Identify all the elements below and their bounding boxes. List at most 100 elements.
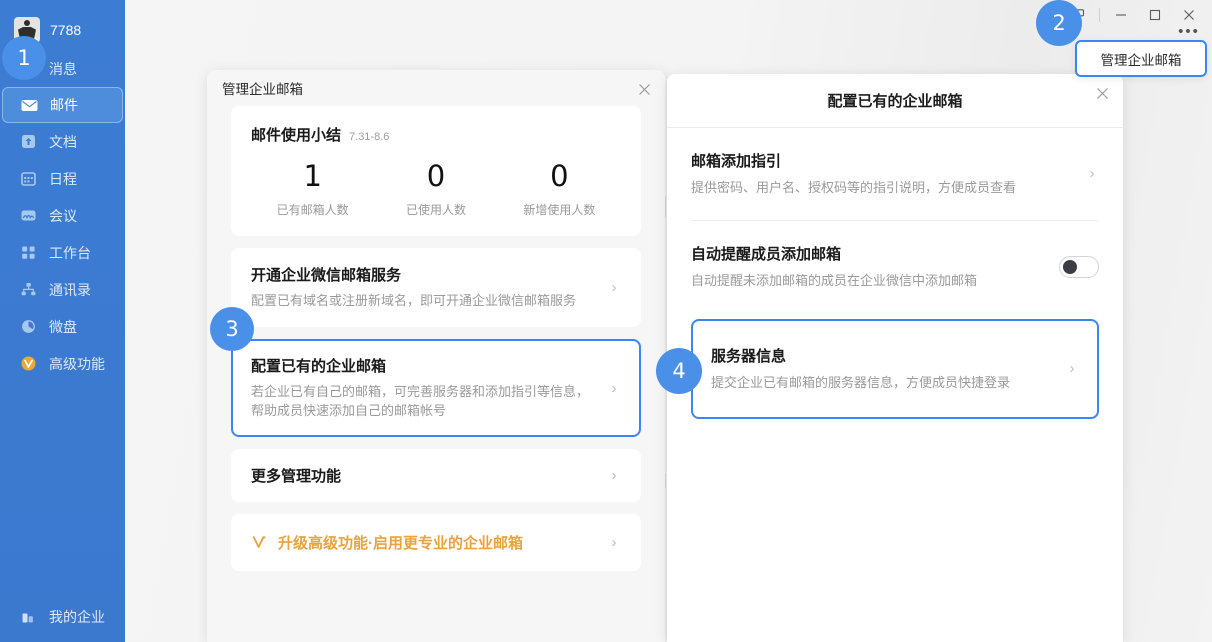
sidebar-item-label: 文档 xyxy=(49,133,77,150)
row-text: 开通企业微信邮箱服务 配置已有域名或注册新域名，即可开通企业微信邮箱服务 xyxy=(251,264,607,311)
minimize-button[interactable] xyxy=(1104,1,1138,29)
sparkle-icon xyxy=(251,534,268,551)
configure-existing-mailbox-dialog: 配置已有的企业邮箱 邮箱添加指引 提供密码、用户名、授权码等的指引说明，方便成员… xyxy=(667,74,1123,642)
company-icon xyxy=(20,609,37,626)
app-window: 7788 消息 邮件 文档 日程 会议 工作台 通讯录 微盘 高级功能 我的企业… xyxy=(0,0,1212,642)
stat-value: 1 xyxy=(303,159,322,193)
row-title: 邮箱添加指引 xyxy=(691,153,782,170)
user-name: 7788 xyxy=(50,22,82,38)
summary-date-range: 7.31-8.6 xyxy=(349,131,390,143)
sidebar-item-label: 工作台 xyxy=(49,244,91,261)
manage-enterprise-mailbox-tooltip[interactable]: 管理企业邮箱 xyxy=(1075,40,1207,77)
divider xyxy=(1099,8,1100,22)
sidebar-item-mail[interactable]: 邮件 xyxy=(2,87,123,123)
more-options-button[interactable]: ••• xyxy=(1176,22,1202,40)
maximize-button[interactable] xyxy=(1138,1,1172,29)
sidebar-item-label: 日程 xyxy=(49,170,77,187)
sidebar-item-label: 高级功能 xyxy=(49,355,105,372)
dialog-title: 管理企业邮箱 xyxy=(222,82,303,97)
row-desc: 若企业已有自己的邮箱，可完善服务器和添加指引等信息，帮助成员快速添加自己的邮箱帐… xyxy=(251,384,590,419)
chevron-right-icon: › xyxy=(611,379,617,397)
step-badge-3: 3 xyxy=(210,307,254,351)
close-icon[interactable] xyxy=(635,80,653,98)
stat-label: 新增使用人数 xyxy=(523,203,596,218)
right-dialog-header: 配置已有的企业邮箱 xyxy=(667,74,1123,128)
sidebar-item-label: 邮件 xyxy=(50,97,78,113)
sidebar-item-premium[interactable]: 高级功能 xyxy=(0,345,125,382)
sidebar-item-label: 消息 xyxy=(49,60,77,77)
premium-icon xyxy=(20,355,37,372)
auto-remind-toggle[interactable] xyxy=(1059,255,1099,278)
stat-label: 已有邮箱人数 xyxy=(276,203,349,218)
sidebar-item-workbench[interactable]: 工作台 xyxy=(0,234,125,271)
mail-icon xyxy=(21,97,38,114)
row-desc: 提供密码、用户名、授权码等的指引说明，方便成员查看 xyxy=(691,180,1017,195)
sidebar-item-docs[interactable]: 文档 xyxy=(0,123,125,160)
close-icon[interactable] xyxy=(1093,84,1111,102)
row-text: 自动提醒成员添加邮箱 自动提醒未添加邮箱的成员在企业微信中添加邮箱 xyxy=(691,243,1059,291)
sidebar-item-my-company[interactable]: 我的企业 xyxy=(0,600,105,634)
toggle-knob xyxy=(1063,259,1077,274)
calendar-icon xyxy=(20,170,37,187)
right-dialog-body: 邮箱添加指引 提供密码、用户名、授权码等的指引说明，方便成员查看 › 自动提醒成… xyxy=(667,128,1123,642)
sidebar-item-label: 我的企业 xyxy=(49,609,105,625)
manage-enterprise-mailbox-dialog: 管理企业邮箱 邮件使用小结 7.31-8.6 1 已有邮箱人数 0 已使用人数 … xyxy=(207,70,665,642)
stat-value: 0 xyxy=(426,159,446,193)
row-text: 邮箱添加指引 提供密码、用户名、授权码等的指引说明，方便成员查看 xyxy=(691,150,1085,198)
chevron-right-icon: › xyxy=(611,533,617,551)
sidebar-item-drive[interactable]: 微盘 xyxy=(0,308,125,345)
stat-value: 0 xyxy=(550,159,569,193)
sidebar-item-label: 微盘 xyxy=(49,318,77,335)
enable-wecom-mailbox-card[interactable]: 开通企业微信邮箱服务 配置已有域名或注册新域名，即可开通企业微信邮箱服务 › xyxy=(231,248,641,328)
dialog-body: 邮件使用小结 7.31-8.6 1 已有邮箱人数 0 已使用人数 0 新增使用人… xyxy=(207,106,665,571)
sidebar-nav: 消息 邮件 文档 日程 会议 工作台 通讯录 微盘 高级功能 xyxy=(0,50,125,382)
sidebar-item-calendar[interactable]: 日程 xyxy=(0,160,125,197)
summary-title: 邮件使用小结 xyxy=(251,127,342,144)
mailbox-add-guide-row[interactable]: 邮箱添加指引 提供密码、用户名、授权码等的指引说明，方便成员查看 › xyxy=(691,128,1099,220)
row-title: 配置已有的企业邮箱 xyxy=(251,358,387,376)
summary-header: 邮件使用小结 7.31-8.6 xyxy=(251,124,621,145)
chevron-right-icon: › xyxy=(1069,360,1075,378)
mail-usage-summary-card: 邮件使用小结 7.31-8.6 1 已有邮箱人数 0 已使用人数 0 新增使用人… xyxy=(231,106,641,237)
upgrade-premium-row[interactable]: 升级高级功能·启用更专业的企业邮箱 › xyxy=(231,514,641,571)
row-text: 更多管理功能 xyxy=(251,465,607,486)
drive-icon xyxy=(20,318,37,335)
sidebar: 7788 消息 邮件 文档 日程 会议 工作台 通讯录 微盘 高级功能 我的企业 xyxy=(0,0,125,642)
sidebar-item-label: 通讯录 xyxy=(49,281,91,298)
meeting-icon xyxy=(20,207,37,224)
enable-wecom-mailbox-row[interactable]: 开通企业微信邮箱服务 配置已有域名或注册新域名，即可开通企业微信邮箱服务 › xyxy=(231,248,641,327)
step-badge-1: 1 xyxy=(2,36,46,80)
grid-icon xyxy=(20,244,37,261)
row-text: 服务器信息 提交企业已有邮箱的服务器信息，方便成员快捷登录 xyxy=(711,345,1065,393)
more-management-card[interactable]: 更多管理功能 › xyxy=(231,448,641,502)
row-text: 配置已有的企业邮箱 若企业已有自己的邮箱，可完善服务器和添加指引等信息，帮助成员… xyxy=(251,355,607,421)
row-desc: 提交企业已有邮箱的服务器信息，方便成员快捷登录 xyxy=(711,374,1011,390)
dialog-header: 管理企业邮箱 xyxy=(207,70,665,106)
row-title: 开通企业微信邮箱服务 xyxy=(251,267,402,285)
row-desc: 自动提醒未添加邮箱的成员在企业微信中添加邮箱 xyxy=(691,272,978,288)
stat-used-count: 0 已使用人数 xyxy=(374,161,497,218)
row-title: 服务器信息 xyxy=(711,347,787,365)
server-info-row[interactable]: 服务器信息 提交企业已有邮箱的服务器信息，方便成员快捷登录 › xyxy=(711,321,1079,417)
stat-label: 已使用人数 xyxy=(405,203,466,218)
doc-icon xyxy=(20,133,37,150)
sidebar-item-meeting[interactable]: 会议 xyxy=(0,197,125,234)
more-management-row[interactable]: 更多管理功能 › xyxy=(231,449,641,502)
upgrade-label: 升级高级功能·启用更专业的企业邮箱 xyxy=(278,534,523,552)
row-desc: 配置已有域名或注册新域名，即可开通企业微信邮箱服务 xyxy=(251,293,577,309)
configure-existing-mailbox-row[interactable]: 配置已有的企业邮箱 若企业已有自己的邮箱，可完善服务器和添加指引等信息，帮助成员… xyxy=(233,341,639,435)
chevron-right-icon: › xyxy=(611,279,617,297)
server-info-card[interactable]: 服务器信息 提交企业已有邮箱的服务器信息，方便成员快捷登录 › xyxy=(691,318,1099,419)
contacts-icon xyxy=(20,281,37,298)
right-dialog-title: 配置已有的企业邮箱 xyxy=(827,93,963,110)
sidebar-item-label: 会议 xyxy=(49,207,77,224)
upgrade-premium-card[interactable]: 升级高级功能·启用更专业的企业邮箱 › xyxy=(231,513,641,571)
chevron-right-icon: › xyxy=(611,466,617,484)
auto-remind-members-row[interactable]: 自动提醒成员添加邮箱 自动提醒未添加邮箱的成员在企业微信中添加邮箱 xyxy=(691,221,1099,313)
step-badge-2: 2 xyxy=(1036,0,1082,46)
configure-existing-mailbox-card[interactable]: 配置已有的企业邮箱 若企业已有自己的邮箱，可完善服务器和添加指引等信息，帮助成员… xyxy=(231,339,641,437)
summary-stats: 1 已有邮箱人数 0 已使用人数 0 新增使用人数 xyxy=(251,161,621,218)
row-title: 更多管理功能 xyxy=(251,467,342,485)
row-title: 自动提醒成员添加邮箱 xyxy=(691,245,842,263)
sidebar-item-contacts[interactable]: 通讯录 xyxy=(0,271,125,308)
